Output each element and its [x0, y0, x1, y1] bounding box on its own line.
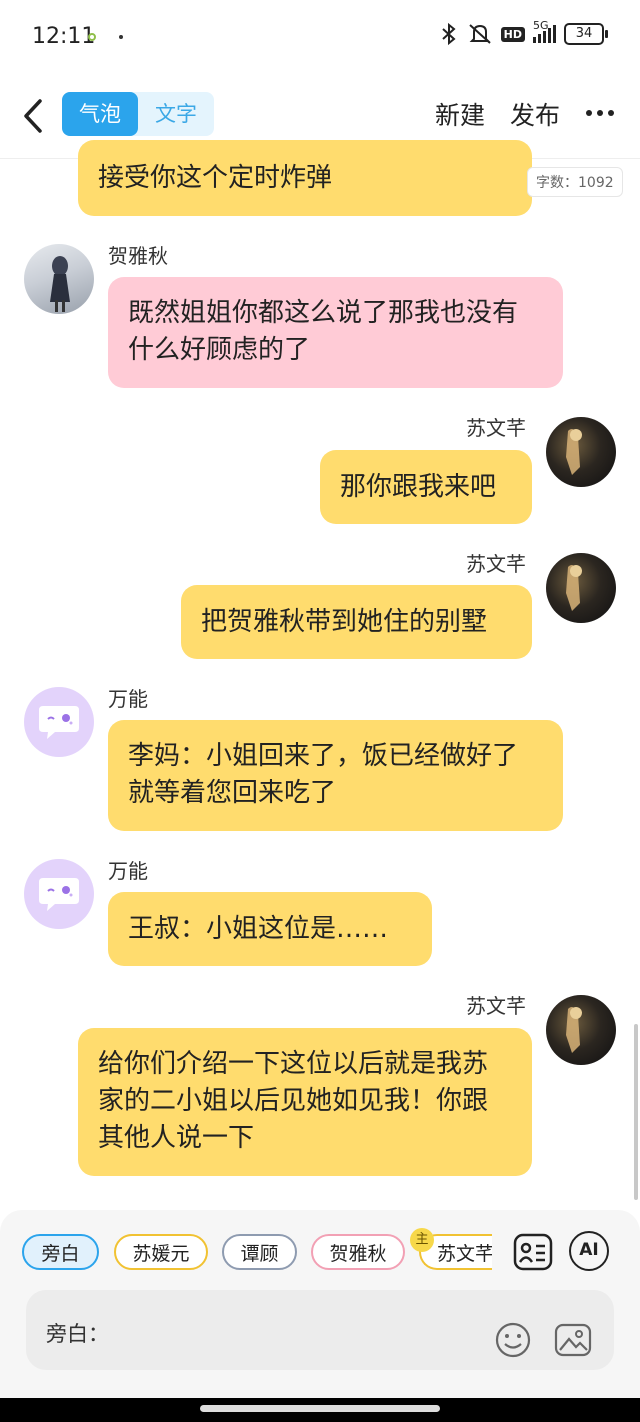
- speaker-name: 苏文芊: [466, 416, 526, 440]
- message-bubble[interactable]: 接受你这个定时炸弹: [78, 140, 532, 216]
- image-icon[interactable]: [554, 1322, 592, 1358]
- message-text: 把贺雅秋带到她住的别墅: [201, 607, 488, 637]
- character-chip[interactable]: 苏媛元: [114, 1234, 208, 1270]
- message-bubble[interactable]: 给你们介绍一下这位以后就是我苏家的二小姐以后见她如见我！你跟其他人说一下: [78, 1028, 532, 1176]
- message-bubble[interactable]: 既然姐姐你都这么说了那我也没有什么好顾虑的了: [108, 277, 563, 388]
- character-portrait-icon: [50, 256, 70, 312]
- status-dot-icon: [119, 35, 123, 39]
- ai-button[interactable]: AI: [569, 1231, 609, 1271]
- character-card-icon[interactable]: [512, 1231, 554, 1273]
- status-dot-icon: [88, 33, 96, 41]
- message-text: 给你们介绍一下这位以后就是我苏家的二小姐以后见她如见我！你跟其他人说一下: [98, 1049, 489, 1153]
- character-portrait-icon: [566, 565, 582, 611]
- character-portrait-icon: [566, 429, 582, 475]
- speaker-name: 万能: [108, 687, 148, 711]
- publish-button[interactable]: 发布: [510, 96, 560, 132]
- message-text: 王叔：小姐这位是……: [128, 914, 389, 944]
- scrollbar[interactable]: [634, 1024, 638, 1200]
- message-bubble[interactable]: 王叔：小姐这位是……: [108, 892, 432, 966]
- character-chip[interactable]: 贺雅秋: [311, 1234, 405, 1270]
- main-character-badge: 主: [410, 1228, 434, 1252]
- battery-indicator: 34: [564, 23, 608, 45]
- avatar[interactable]: [546, 417, 616, 487]
- status-icons: HD 5G 34: [439, 19, 608, 46]
- home-indicator[interactable]: [200, 1405, 440, 1412]
- avatar[interactable]: [24, 687, 94, 757]
- message-bubble[interactable]: 把贺雅秋带到她住的别墅: [181, 585, 532, 659]
- hd-badge: HD: [500, 26, 525, 42]
- speaker-name: 万能: [108, 859, 148, 883]
- speaker-name: 贺雅秋: [108, 244, 168, 268]
- message-text: 李妈：小姐回来了，饭已经做好了就等着您回来吃了: [128, 741, 519, 808]
- new-button[interactable]: 新建: [435, 96, 485, 132]
- message-text: 既然姐姐你都这么说了那我也没有什么好顾虑的了: [128, 298, 519, 365]
- bell-muted-icon: [468, 24, 491, 44]
- character-portrait-icon: [566, 1007, 582, 1053]
- signal-icon: 5G: [533, 19, 556, 43]
- status-bar: 12:11 HD 5G 34: [0, 0, 640, 72]
- status-time: 12:11: [32, 24, 96, 49]
- speaker-name: 苏文芊: [466, 552, 526, 576]
- input-placeholder: 旁白：: [46, 1322, 109, 1346]
- network-label: 5G: [533, 19, 549, 32]
- message-bubble[interactable]: 李妈：小姐回来了，饭已经做好了就等着您回来吃了: [108, 720, 563, 831]
- word-count: 字数：1092: [527, 167, 623, 197]
- chat-bot-icon: [39, 706, 79, 739]
- avatar[interactable]: [546, 995, 616, 1065]
- character-chip[interactable]: 谭顾: [222, 1234, 297, 1270]
- tab-text[interactable]: 文字: [138, 92, 214, 136]
- avatar[interactable]: [546, 553, 616, 623]
- bluetooth-icon: [441, 22, 456, 46]
- character-chip-narrator[interactable]: 旁白: [22, 1234, 99, 1270]
- speaker-name: 苏文芊: [466, 994, 526, 1018]
- message-bubble[interactable]: 那你跟我来吧: [320, 450, 532, 524]
- message-text: 接受你这个定时炸弹: [98, 163, 333, 193]
- chat-bot-icon: [39, 878, 79, 911]
- avatar[interactable]: [24, 859, 94, 929]
- mode-toggle: 气泡 文字: [62, 92, 214, 136]
- avatar[interactable]: [24, 244, 94, 314]
- chevron-left-icon[interactable]: [18, 98, 48, 134]
- tab-bubble[interactable]: 气泡: [62, 92, 138, 136]
- message-text: 那你跟我来吧: [340, 472, 497, 502]
- more-dots-icon[interactable]: [586, 110, 614, 116]
- emoji-icon[interactable]: [494, 1321, 532, 1359]
